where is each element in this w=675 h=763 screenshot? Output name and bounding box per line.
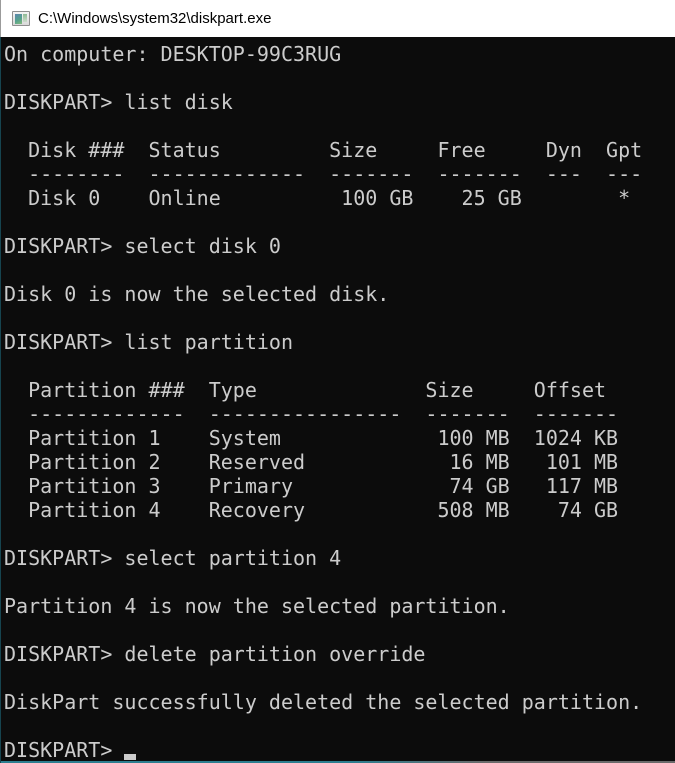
- terminal-command-list-disk: DISKPART> list disk: [4, 90, 675, 114]
- terminal-message-disk-selected: Disk 0 is now the selected disk.: [4, 282, 675, 306]
- terminal-line-blank: [4, 354, 675, 378]
- terminal-line-blank: [4, 714, 675, 738]
- partition-table-divider: ------------- ---------------- ------- -…: [4, 402, 675, 426]
- terminal-line-blank: [4, 210, 675, 234]
- terminal-line-blank: [4, 306, 675, 330]
- terminal-line-blank: [4, 570, 675, 594]
- terminal-command-delete-partition: DISKPART> delete partition override: [4, 642, 675, 666]
- console-window-icon[interactable]: [12, 11, 30, 26]
- window-title: C:\Windows\system32\diskpart.exe: [38, 10, 271, 27]
- terminal-line-blank: [4, 114, 675, 138]
- terminal-message-partition-selected: Partition 4 is now the selected partitio…: [4, 594, 675, 618]
- partition-table-row-3: Partition 3 Primary 74 GB 117 MB: [4, 474, 675, 498]
- terminal-line-blank: [4, 66, 675, 90]
- text-cursor: [124, 754, 136, 760]
- terminal-prompt-line: DISKPART>: [4, 738, 675, 762]
- terminal-command-select-disk: DISKPART> select disk 0: [4, 234, 675, 258]
- terminal-output[interactable]: On computer: DESKTOP-99C3RUG DISKPART> l…: [0, 37, 675, 763]
- diskpart-console-window: C:\Windows\system32\diskpart.exe On comp…: [0, 0, 675, 763]
- console-window-icon-pane: [15, 14, 22, 24]
- partition-table-header: Partition ### Type Size Offset: [4, 378, 675, 402]
- console-window-icon-pane: [23, 14, 27, 22]
- terminal-command-list-partition: DISKPART> list partition: [4, 330, 675, 354]
- terminal-line-blank: [4, 522, 675, 546]
- partition-table-row-1: Partition 1 System 100 MB 1024 KB: [4, 426, 675, 450]
- terminal-line-blank: [4, 258, 675, 282]
- terminal-message-delete-success: DiskPart successfully deleted the select…: [4, 690, 675, 714]
- terminal-prompt: DISKPART>: [4, 738, 124, 762]
- terminal-line-blank: [4, 666, 675, 690]
- terminal-command-select-partition: DISKPART> select partition 4: [4, 546, 675, 570]
- disk-table-row-disk-0: Disk 0 Online 100 GB 25 GB *: [4, 186, 675, 210]
- disk-table-header: Disk ### Status Size Free Dyn Gpt: [4, 138, 675, 162]
- terminal-line-blank: [4, 618, 675, 642]
- partition-table-row-4: Partition 4 Recovery 508 MB 74 GB: [4, 498, 675, 522]
- terminal-line-on-computer: On computer: DESKTOP-99C3RUG: [4, 42, 675, 66]
- window-titlebar[interactable]: C:\Windows\system32\diskpart.exe: [0, 0, 675, 37]
- partition-table-row-2: Partition 2 Reserved 16 MB 101 MB: [4, 450, 675, 474]
- disk-table-divider: -------- ------------- ------- ------- -…: [4, 162, 675, 186]
